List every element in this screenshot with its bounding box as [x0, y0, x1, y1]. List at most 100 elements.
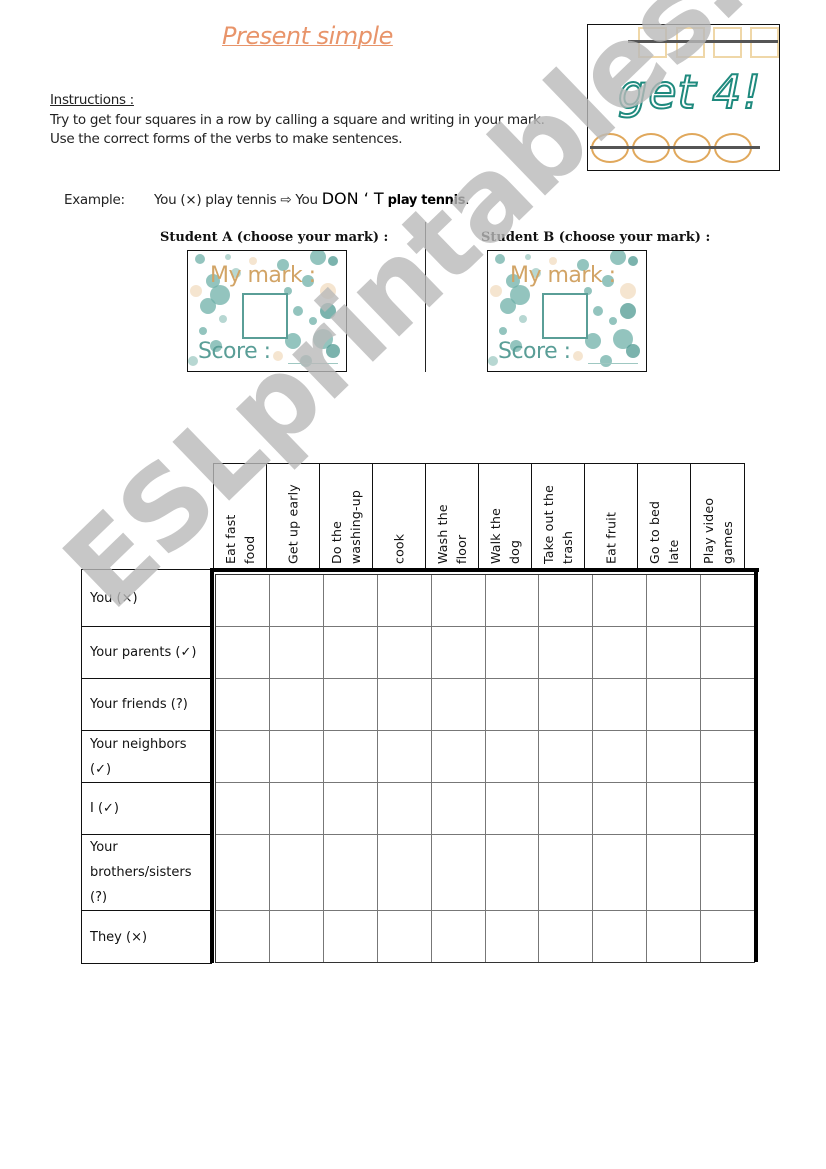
- column-header-label: Wash the floor: [435, 504, 469, 564]
- grid-cell[interactable]: [216, 627, 269, 678]
- grid-cell[interactable]: [700, 679, 754, 730]
- grid-cell[interactable]: [216, 783, 269, 834]
- student-a-label: Student A (choose your mark) :: [160, 230, 389, 245]
- grid-cell[interactable]: [538, 679, 592, 730]
- grid-cell[interactable]: [646, 835, 700, 910]
- grid-cell[interactable]: [484, 731, 539, 782]
- grid-cell[interactable]: [700, 627, 754, 678]
- student-b-mark-box[interactable]: [542, 293, 588, 339]
- grid-cell[interactable]: [216, 835, 269, 910]
- grid-cell[interactable]: [700, 731, 754, 782]
- student-a-card: My mark : Score :: [187, 250, 347, 372]
- grid-cell[interactable]: [484, 627, 539, 678]
- grid-cell[interactable]: [592, 835, 646, 910]
- grid-cell[interactable]: [268, 575, 323, 626]
- grid-cell[interactable]: [376, 835, 431, 910]
- grid-cell[interactable]: [592, 627, 646, 678]
- grid-cell[interactable]: [538, 783, 592, 834]
- grid-cell[interactable]: [646, 627, 700, 678]
- column-header-label: Get up early: [285, 484, 301, 564]
- grid-cell[interactable]: [376, 627, 431, 678]
- grid-cell[interactable]: [592, 575, 646, 626]
- grid-cell[interactable]: [430, 835, 485, 910]
- grid-cell[interactable]: [538, 835, 592, 910]
- grid-cell[interactable]: [484, 783, 539, 834]
- grid-cell[interactable]: [376, 679, 431, 730]
- grid-row: [216, 626, 754, 678]
- grid-cell[interactable]: [430, 679, 485, 730]
- column-header-label: Do the washing-up: [329, 489, 363, 564]
- row-label: You (×): [82, 570, 212, 627]
- example-end: .: [465, 192, 470, 208]
- dot-decoration: [225, 254, 231, 260]
- game-grid: [215, 574, 755, 963]
- grid-cell[interactable]: [592, 731, 646, 782]
- example-prompt: You (×) play tennis ⇨ You: [154, 192, 318, 208]
- grid-cell[interactable]: [322, 679, 377, 730]
- grid-cell[interactable]: [268, 835, 323, 910]
- student-a-score-line[interactable]: [288, 363, 338, 364]
- grid-cell[interactable]: [592, 679, 646, 730]
- grid-cell[interactable]: [538, 911, 592, 962]
- grid-cell[interactable]: [430, 627, 485, 678]
- column-header-label: Play video games: [700, 497, 735, 564]
- grid-cell[interactable]: [268, 627, 323, 678]
- grid-cell[interactable]: [430, 911, 485, 962]
- grid-cell[interactable]: [430, 731, 485, 782]
- grid-cell[interactable]: [538, 575, 592, 626]
- grid-cell[interactable]: [700, 911, 754, 962]
- grid-cell[interactable]: [268, 731, 323, 782]
- student-b-score-line[interactable]: [588, 363, 638, 364]
- dot-decoration: [525, 254, 531, 260]
- grid-cell[interactable]: [484, 911, 539, 962]
- grid-cell[interactable]: [592, 783, 646, 834]
- grid-cell[interactable]: [322, 835, 377, 910]
- grid-cell[interactable]: [592, 911, 646, 962]
- grid-cell[interactable]: [322, 731, 377, 782]
- grid-cell[interactable]: [700, 783, 754, 834]
- grid-cell[interactable]: [538, 627, 592, 678]
- grid-cell[interactable]: [268, 679, 323, 730]
- grid-cell[interactable]: [376, 911, 431, 962]
- grid-cell[interactable]: [322, 627, 377, 678]
- grid-cell[interactable]: [268, 783, 323, 834]
- logo-strike-line: [590, 146, 760, 149]
- grid-cell[interactable]: [646, 911, 700, 962]
- grid-cell[interactable]: [216, 679, 269, 730]
- grid-cell[interactable]: [376, 783, 431, 834]
- student-a-mark-box[interactable]: [242, 293, 288, 339]
- dot-decoration: [593, 306, 603, 316]
- students-divider: [425, 222, 426, 372]
- grid-cell[interactable]: [646, 575, 700, 626]
- grid-cell[interactable]: [216, 911, 269, 962]
- grid-cell[interactable]: [484, 835, 539, 910]
- grid-cell[interactable]: [484, 575, 539, 626]
- grid-cell[interactable]: [322, 911, 377, 962]
- column-header: Take out the trash: [531, 464, 584, 570]
- grid-cell[interactable]: [322, 783, 377, 834]
- grid-cell[interactable]: [430, 575, 485, 626]
- column-header: Do the washing-up: [319, 464, 372, 570]
- grid-row: [216, 782, 754, 834]
- grid-cell[interactable]: [646, 783, 700, 834]
- grid-cell[interactable]: [376, 731, 431, 782]
- grid-cell[interactable]: [646, 731, 700, 782]
- grid-cell[interactable]: [376, 575, 431, 626]
- dot-decoration: [190, 285, 202, 297]
- grid-cell[interactable]: [700, 575, 754, 626]
- column-header: cook: [372, 464, 425, 570]
- grid-cell[interactable]: [322, 575, 377, 626]
- grid-cell[interactable]: [700, 835, 754, 910]
- row-label: I (✓): [82, 783, 212, 835]
- grid-cell[interactable]: [216, 575, 269, 626]
- grid-cell[interactable]: [646, 679, 700, 730]
- grid-cell[interactable]: [216, 731, 269, 782]
- grid-cell[interactable]: [430, 783, 485, 834]
- dot-decoration: [490, 285, 502, 297]
- grid-cell[interactable]: [538, 731, 592, 782]
- column-header: Go to bed late: [637, 464, 690, 570]
- grid-cell[interactable]: [268, 911, 323, 962]
- example: Example: You (×) play tennis ⇨ You DON ‘…: [64, 189, 470, 208]
- grid-cell[interactable]: [484, 679, 539, 730]
- dot-decoration: [328, 256, 338, 266]
